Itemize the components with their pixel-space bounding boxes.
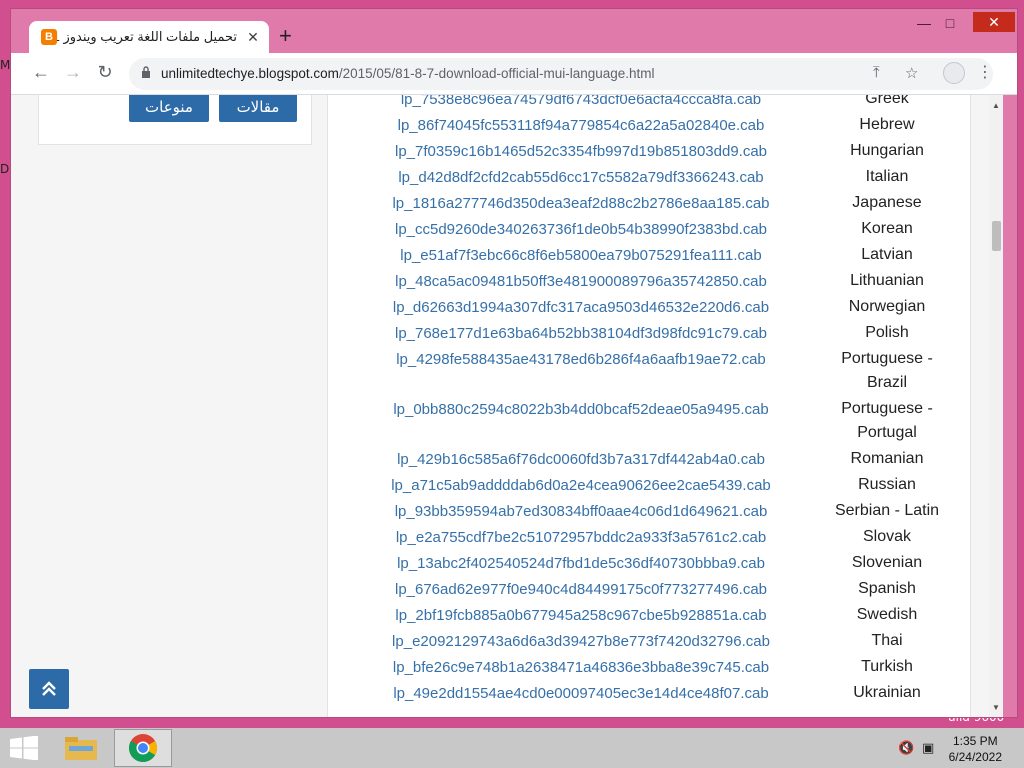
file-link[interactable]: lp_d62663d1994a307dfc317aca9503d46532e22… — [328, 299, 834, 316]
windows-start-icon[interactable] — [10, 736, 38, 760]
file-link[interactable]: lp_676ad62e977f0e940c4d84499175c0f773277… — [328, 581, 834, 598]
language-name: Hebrew — [859, 116, 915, 133]
share-icon[interactable]: ⤒ — [873, 64, 880, 81]
close-window-button[interactable]: ✕ — [973, 12, 1015, 32]
file-link[interactable]: lp_7538e8c96ea74579df6743dcf0e6acfa4ccca… — [328, 95, 834, 108]
url-host: unlimitedtechye.blogspot.com — [161, 66, 339, 81]
language-name: Thai — [871, 632, 903, 649]
browser-window: B تحميل ملفات اللغة تعريب ويندوز 8.1 ✕ +… — [10, 8, 1018, 718]
file-link[interactable]: lp_93bb359594ab7ed30834bff0aae4c06d1d649… — [328, 503, 834, 520]
language-name: Portuguese - Brazil — [841, 350, 933, 391]
language-name: Japanese — [852, 194, 922, 211]
taskbar-clock[interactable]: 1:35 PM 6/24/2022 — [949, 733, 1002, 765]
file-explorer-button[interactable] — [52, 729, 110, 767]
file-link[interactable]: lp_429b16c585a6f76dc0060fd3b7a317df442ab… — [328, 451, 834, 468]
language-name: Russian — [858, 476, 916, 493]
misc-button[interactable]: منوعات — [129, 95, 209, 122]
language-name: Serbian - Latin — [834, 502, 940, 519]
table-row: lp_49e2dd1554ae4cd0e00097405ec3e14d4ce48… — [328, 684, 970, 711]
language-name: Lithuanian — [850, 272, 924, 289]
back-icon[interactable]: ← — [29, 62, 53, 83]
scroll-to-top-button[interactable] — [29, 669, 69, 709]
tab-close-icon[interactable]: ✕ — [245, 29, 261, 46]
articles-button[interactable]: مقالات — [219, 95, 297, 122]
file-link[interactable]: lp_1816a277746d350dea3eaf2d88c2b2786e8aa… — [328, 195, 834, 212]
network-icon[interactable]: ▣ — [922, 740, 934, 756]
file-link[interactable]: lp_768e177d1e63ba64b52bb38104df3d98fdc91… — [328, 325, 834, 342]
file-link[interactable]: lp_cc5d9260de340263736f1de0b54b38990f238… — [328, 221, 834, 238]
language-name: Slovenian — [851, 554, 923, 571]
volume-muted-icon[interactable]: 🔇 — [898, 740, 914, 756]
vertical-scrollbar[interactable]: ▲ ▼ — [989, 95, 1003, 717]
language-name: Swedish — [856, 606, 918, 623]
scroll-up-arrow-icon[interactable]: ▲ — [989, 101, 1003, 110]
main-content: lp_7538e8c96ea74579df6743dcf0e6acfa4ccca… — [327, 95, 971, 717]
url-text: unlimitedtechye.blogspot.com/2015/05/81-… — [161, 66, 655, 81]
sidebar-card: مقالات منوعات — [38, 95, 312, 145]
scroll-thumb[interactable] — [992, 221, 1001, 251]
new-tab-button[interactable]: + — [279, 25, 292, 47]
language-name: Romanian — [850, 450, 924, 467]
blogger-favicon-icon: B — [41, 29, 57, 45]
page-viewport: مقالات منوعات lp_7538e8c96ea74579df6743d… — [11, 95, 1003, 717]
double-chevron-up-icon — [42, 681, 56, 696]
language-name: Turkish — [861, 658, 913, 675]
language-name: Spanish — [858, 580, 916, 597]
star-icon[interactable]: ☆ — [905, 64, 918, 82]
taskbar: 🔇 ▣ 1:35 PM 6/24/2022 — [0, 728, 1024, 768]
address-bar[interactable]: unlimitedtechye.blogspot.com/2015/05/81-… — [129, 58, 993, 90]
browser-toolbar: ← → ↻ unlimitedtechye.blogspot.com/2015/… — [11, 53, 1017, 95]
language-name: Slovak — [862, 528, 912, 545]
language-name: Ukrainian — [853, 684, 921, 701]
clock-date: 6/24/2022 — [948, 750, 1002, 764]
tab-strip: B تحميل ملفات اللغة تعريب ويندوز 8.1 ✕ +… — [11, 9, 1017, 53]
file-explorer-icon — [65, 737, 97, 760]
file-link[interactable]: lp_48ca5ac09481b50ff3e481900089796a35742… — [328, 273, 834, 290]
tab-active[interactable]: B تحميل ملفات اللغة تعريب ويندوز 8.1 ✕ — [29, 21, 269, 53]
file-link[interactable]: lp_4298fe588435ae43178ed6b286f4a6aafb19a… — [328, 351, 834, 368]
chrome-icon — [129, 734, 158, 762]
file-link[interactable]: lp_e51af7f3ebc66c8f6eb5800ea79b075291fea… — [328, 247, 834, 264]
language-name: Korean — [861, 220, 913, 237]
desktop-icon-label-2: D — [0, 162, 10, 176]
table-row: lp_4298fe588435ae43178ed6b286f4a6aafb19a… — [328, 350, 970, 401]
scroll-down-arrow-icon[interactable]: ▼ — [989, 703, 1003, 712]
language-name: Latvian — [861, 246, 913, 263]
clock-time: 1:35 PM — [952, 734, 998, 748]
profile-icon[interactable] — [943, 62, 965, 84]
lock-icon — [142, 66, 150, 78]
maximize-button[interactable]: □ — [939, 15, 961, 31]
language-name: Norwegian — [848, 298, 926, 315]
language-name: Greek — [865, 95, 909, 107]
file-link[interactable]: lp_bfe26c9e748b1a2638471a46836e3bba8e39c… — [328, 659, 834, 676]
file-link[interactable]: lp_e2092129743a6d6a3d39427b8e773f7420d32… — [328, 633, 834, 650]
forward-icon[interactable]: → — [61, 62, 85, 83]
file-link[interactable]: lp_86f74045fc553118f94a779854c6a22a5a028… — [328, 117, 834, 134]
file-link[interactable]: lp_d42d8df2cfd2cab55d6cc17c5582a79df3366… — [328, 169, 834, 186]
language-name: Hungarian — [850, 142, 924, 159]
file-link[interactable]: lp_7f0359c16b1465d52c3354fb997d19b851803… — [328, 143, 834, 160]
language-name: Portuguese - Portugal — [841, 400, 933, 441]
file-link[interactable]: lp_2bf19fcb885a0b677945a258c967cbe5b9288… — [328, 607, 834, 624]
file-link[interactable]: lp_13abc2f402540524d7fbd1de5c36df40730bb… — [328, 555, 834, 572]
file-link[interactable]: lp_0bb880c2594c8022b3b4dd0bcaf52deae05a9… — [328, 401, 834, 418]
table-row: lp_0bb880c2594c8022b3b4dd0bcaf52deae05a9… — [328, 400, 970, 451]
minimize-button[interactable]: — — [913, 15, 935, 31]
language-name: Italian — [865, 168, 909, 185]
file-link[interactable]: lp_49e2dd1554ae4cd0e00097405ec3e14d4ce48… — [328, 685, 834, 702]
file-link[interactable]: lp_a71c5ab9addddab6d0a2e4cea90626ee2cae5… — [328, 477, 834, 494]
chrome-taskbar-button[interactable] — [114, 729, 172, 767]
url-path: /2015/05/81-8-7-download-official-mui-la… — [338, 66, 655, 81]
tab-title: تحميل ملفات اللغة تعريب ويندوز 8.1 — [57, 29, 237, 44]
reload-icon[interactable]: ↻ — [93, 62, 117, 83]
desktop-icon-label-1: M — [0, 58, 11, 72]
language-name: Polish — [865, 324, 909, 341]
file-link[interactable]: lp_e2a755cdf7be2c51072957bddc2a933f3a576… — [328, 529, 834, 546]
menu-icon[interactable]: ⋮ — [977, 62, 993, 82]
